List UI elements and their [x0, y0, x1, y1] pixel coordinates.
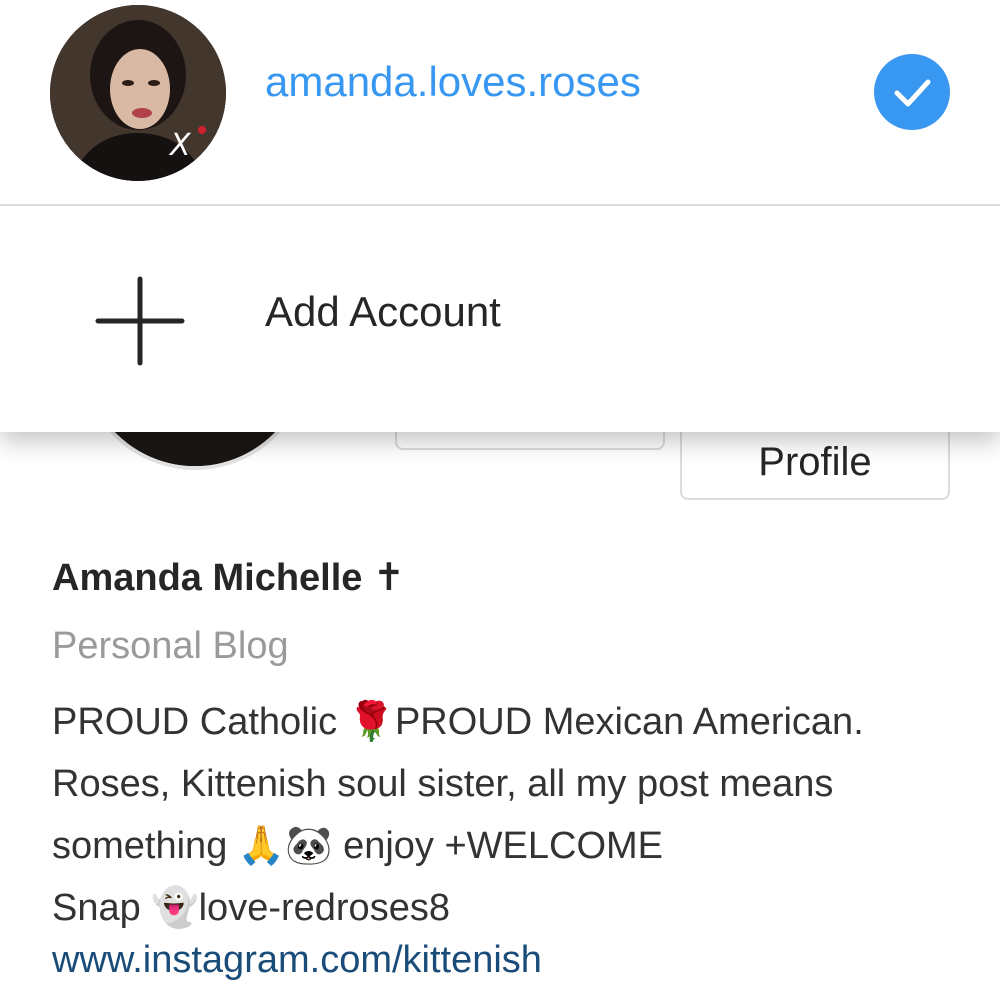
- bio-text: PROUD Catholic 🌹PROUD Mexican American. …: [52, 691, 982, 939]
- profile-photo-icon: X: [50, 5, 226, 181]
- edit-profile-button[interactable]: Profile: [680, 420, 950, 500]
- account-username: amanda.loves.roses: [265, 58, 641, 105]
- bio-line: Roses, Kittenish soul sister, all my pos…: [52, 763, 834, 805]
- website-link[interactable]: www.instagram.com/kittenish: [52, 939, 982, 993]
- bio-line: PROUD Catholic 🌹PROUD Mexican American.: [52, 701, 864, 743]
- check-icon: [874, 54, 950, 130]
- account-switcher-sheet: X amanda.loves.roses Add Account: [0, 0, 1000, 432]
- account-avatar: X: [50, 5, 226, 181]
- bio-line: Snap 👻love-redroses8: [52, 887, 450, 929]
- account-row-current[interactable]: X amanda.loves.roses: [0, 0, 1000, 205]
- category-label: Personal Blog: [52, 625, 289, 667]
- profile-bio: Amanda Michelle ✝ Personal Blog PROUD Ca…: [52, 555, 982, 993]
- svg-text:X: X: [168, 128, 192, 163]
- plus-icon: [95, 276, 185, 366]
- edit-profile-label: Profile: [758, 440, 872, 484]
- bio-line: something 🙏🐼 enjoy +WELCOME: [52, 825, 664, 867]
- add-account-label: Add Account: [265, 288, 501, 335]
- display-name: Amanda Michelle ✝: [52, 557, 405, 599]
